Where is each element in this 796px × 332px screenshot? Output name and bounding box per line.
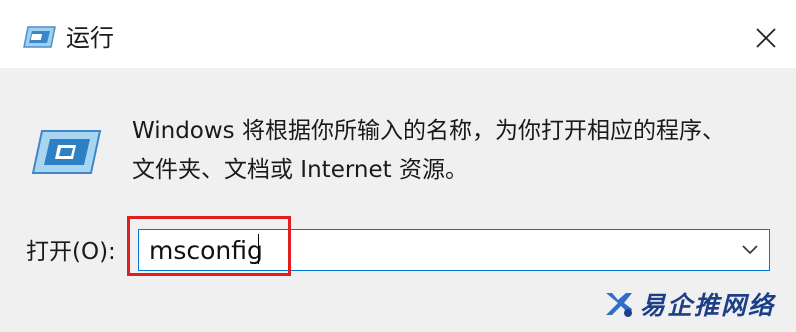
title-bar: 运行 <box>0 0 796 68</box>
watermark-logo-icon <box>606 293 632 317</box>
open-combobox[interactable] <box>138 229 770 271</box>
close-button[interactable] <box>746 18 786 58</box>
description-line-2: 文件夹、文档或 Internet 资源。 <box>132 157 468 183</box>
open-input[interactable] <box>149 235 709 267</box>
description-line-1: Windows 将根据你所输入的名称，为你打开相应的程序、 <box>132 118 725 144</box>
run-icon <box>31 130 102 174</box>
description: Windows 将根据你所输入的名称，为你打开相应的程序、 文件夹、文档或 In… <box>132 112 772 190</box>
watermark-text: 易企推网络 <box>640 291 776 320</box>
close-icon <box>756 28 776 48</box>
text-caret <box>258 234 259 264</box>
run-icon <box>23 26 56 48</box>
open-field-label: 打开(O): <box>26 239 116 265</box>
chevron-down-icon <box>742 245 758 255</box>
dropdown-button[interactable] <box>739 239 761 261</box>
watermark: 易企推网络 <box>604 284 775 324</box>
window-title: 运行 <box>66 24 114 52</box>
